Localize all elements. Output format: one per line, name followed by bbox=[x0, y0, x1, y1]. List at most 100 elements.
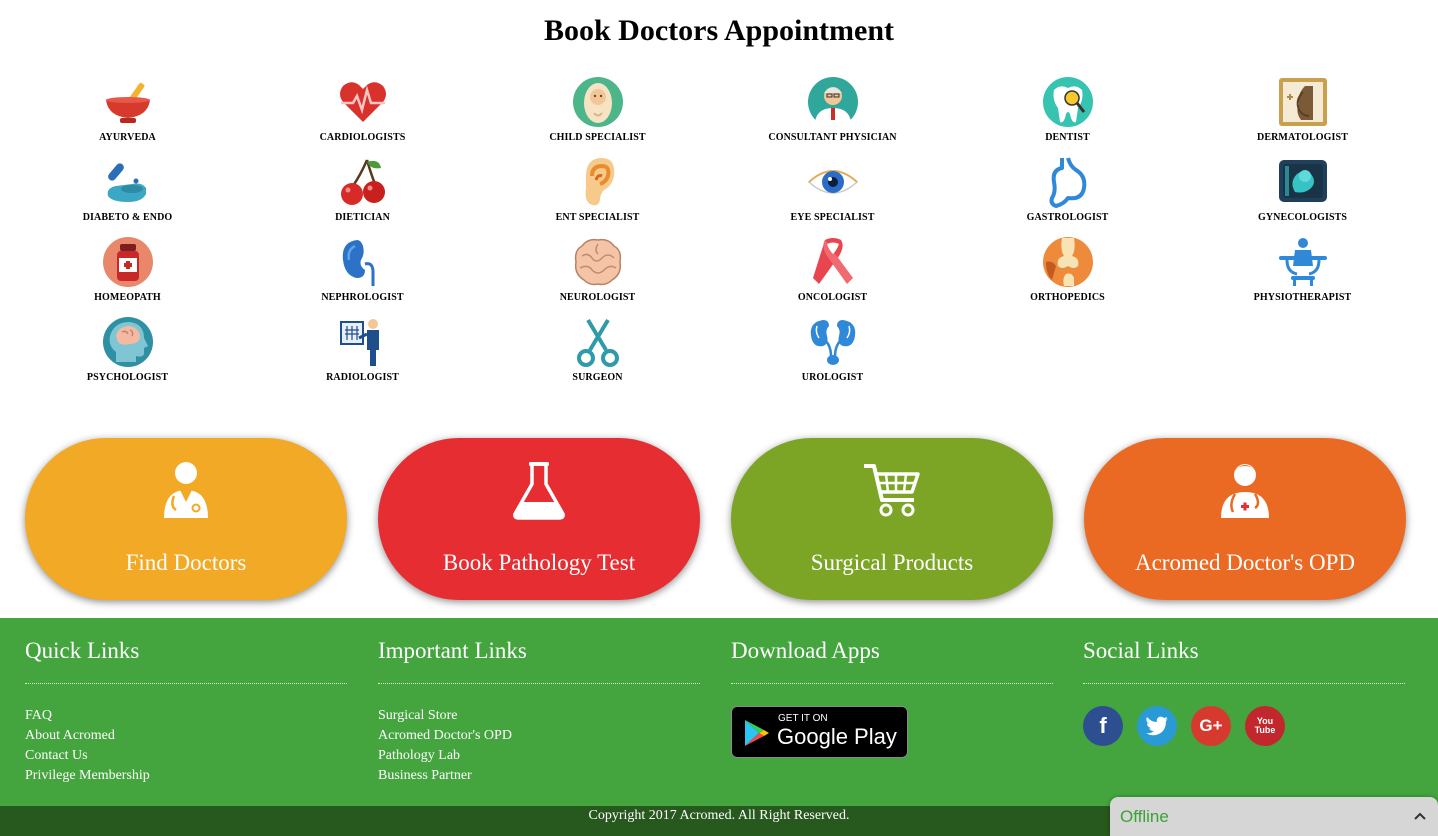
specialty-ayurveda[interactable]: AYURVEDA bbox=[10, 76, 245, 156]
acromed-doctors-opd-link[interactable]: Acromed Doctor's OPD bbox=[378, 726, 700, 746]
acromed-doctors-opd-label: Acromed Doctor's OPD bbox=[1134, 550, 1356, 575]
specialty-label: PSYCHOLOGIST bbox=[86, 372, 169, 383]
about-acromed-link[interactable]: About Acromed bbox=[25, 726, 347, 746]
specialty-eye-specialist[interactable]: EYE SPECIALIST bbox=[715, 156, 950, 236]
specialty-label: HOMEOPATH bbox=[94, 292, 161, 303]
important-links-title: Important Links bbox=[378, 638, 700, 684]
pathology-lab-link[interactable]: Pathology Lab bbox=[378, 746, 700, 766]
twitter-icon[interactable] bbox=[1137, 706, 1177, 746]
specialty-label: NEUROLOGIST bbox=[559, 292, 636, 303]
tooth-icon bbox=[1042, 77, 1093, 127]
xray-icon bbox=[339, 319, 379, 366]
twitter-bird-icon bbox=[1146, 716, 1168, 736]
google-plus-icon[interactable]: G+ bbox=[1191, 706, 1231, 746]
social-links-title: Social Links bbox=[1083, 638, 1405, 684]
cherry-icon bbox=[340, 159, 385, 205]
specialty-ent-specialist[interactable]: ENT SPECIALIST bbox=[480, 156, 715, 236]
page: Book Doctors Appointment AYURVEDA CARDIO… bbox=[0, 0, 1438, 836]
specialty-label: NEPHROLOGIST bbox=[321, 292, 404, 303]
specialty-consultant-physician[interactable]: CONSULTANT PHYSICIAN bbox=[715, 76, 950, 156]
baby-icon bbox=[572, 77, 623, 127]
physio-icon bbox=[1278, 238, 1327, 286]
specialty-gynecologists[interactable]: GYNECOLOGISTS bbox=[1185, 156, 1420, 236]
specialty-dermatologist[interactable]: DERMATOLOGIST bbox=[1185, 76, 1420, 156]
acromed-doctors-opd-button[interactable]: Acromed Doctor's OPD bbox=[1084, 438, 1406, 600]
cart-icon bbox=[864, 464, 920, 517]
specialty-label: DIABETO & ENDO bbox=[82, 212, 173, 223]
eye-icon bbox=[807, 170, 858, 194]
specialty-dietician[interactable]: DIETICIAN bbox=[245, 156, 480, 236]
surgical-store-link[interactable]: Surgical Store bbox=[378, 706, 700, 726]
social-links-section: Social Links f G+ You Tube bbox=[1083, 638, 1405, 746]
specialty-label: CARDIOLOGISTS bbox=[319, 132, 406, 143]
specialty-psychologist[interactable]: PSYCHOLOGIST bbox=[10, 316, 245, 396]
chevron-up-icon[interactable] bbox=[1414, 812, 1426, 820]
find-doctors-label: Find Doctors bbox=[125, 550, 247, 575]
google-play-badge[interactable]: GET IT ON Google Play bbox=[731, 706, 908, 758]
kidney-icon bbox=[342, 240, 374, 286]
specialty-diabeto-endo[interactable]: DIABETO & ENDO bbox=[10, 156, 245, 236]
youtube-icon[interactable]: You Tube bbox=[1245, 706, 1285, 746]
chat-status: Offline bbox=[1120, 807, 1169, 826]
chat-widget[interactable]: Offline bbox=[1110, 797, 1438, 836]
specialty-neurologist[interactable]: NEUROLOGIST bbox=[480, 236, 715, 316]
specialty-child-specialist[interactable]: CHILD SPECIALIST bbox=[480, 76, 715, 156]
specialty-gastrologist[interactable]: GASTROLOGIST bbox=[950, 156, 1185, 236]
specialty-orthopedics[interactable]: ORTHOPEDICS bbox=[950, 236, 1185, 316]
specialty-oncologist[interactable]: ONCOLOGIST bbox=[715, 236, 950, 316]
specialty-label: ENT SPECIALIST bbox=[555, 212, 640, 223]
medicine-bottle-icon bbox=[102, 237, 153, 287]
flask-icon bbox=[513, 462, 565, 520]
specialty-label: DIETICIAN bbox=[335, 212, 390, 223]
doctor-stethoscope-icon bbox=[1221, 464, 1269, 518]
stomach-icon bbox=[1049, 157, 1086, 208]
footer: Quick Links FAQ About Acromed Contact Us… bbox=[0, 618, 1438, 806]
skin-icon bbox=[1278, 78, 1327, 126]
fetus-icon bbox=[1278, 160, 1327, 202]
urinary-icon bbox=[810, 320, 855, 365]
specialty-label: EYE SPECIALIST bbox=[790, 212, 875, 223]
faq-link[interactable]: FAQ bbox=[25, 706, 347, 726]
insulin-icon bbox=[107, 163, 146, 202]
download-apps-section: Download Apps GET IT ON Google Play bbox=[731, 638, 1053, 763]
quick-links-section: Quick Links FAQ About Acromed Contact Us… bbox=[25, 638, 347, 786]
business-partner-link[interactable]: Business Partner bbox=[378, 766, 700, 786]
download-apps-title: Download Apps bbox=[731, 638, 1053, 684]
specialty-label: ONCOLOGIST bbox=[797, 292, 868, 303]
specialty-label: RADIOLOGIST bbox=[326, 372, 399, 383]
google-play-small-text: GET IT ON bbox=[778, 713, 828, 724]
physician-icon bbox=[807, 77, 858, 127]
privilege-membership-link[interactable]: Privilege Membership bbox=[25, 766, 347, 786]
specialty-homeopath[interactable]: HOMEOPATH bbox=[10, 236, 245, 316]
specialty-label: DENTIST bbox=[1045, 132, 1090, 143]
scissors-icon bbox=[576, 318, 619, 367]
action-row: Find Doctors Book Pathology Test Surgica… bbox=[25, 438, 1407, 600]
specialty-dentist[interactable]: DENTIST bbox=[950, 76, 1185, 156]
specialty-label: GASTROLOGIST bbox=[1026, 212, 1109, 223]
ribbon-icon bbox=[812, 238, 853, 284]
bone-joint-icon bbox=[1042, 237, 1093, 287]
specialty-label: PHYSIOTHERAPIST bbox=[1253, 292, 1352, 303]
doctor-icon bbox=[164, 462, 208, 518]
surgical-products-label: Surgical Products bbox=[810, 550, 974, 575]
specialty-label: SURGEON bbox=[572, 372, 623, 383]
surgical-products-button[interactable]: Surgical Products bbox=[731, 438, 1053, 600]
specialty-urologist[interactable]: UROLOGIST bbox=[715, 316, 950, 396]
specialty-radiologist[interactable]: RADIOLOGIST bbox=[245, 316, 480, 396]
ear-icon bbox=[585, 158, 614, 206]
book-pathology-test-button[interactable]: Book Pathology Test bbox=[378, 438, 700, 600]
page-title: Book Doctors Appointment bbox=[543, 14, 895, 47]
head-brain-icon bbox=[102, 317, 153, 367]
specialty-physiotherapist[interactable]: PHYSIOTHERAPIST bbox=[1185, 236, 1420, 316]
specialty-surgeon[interactable]: SURGEON bbox=[480, 316, 715, 396]
specialty-label: ORTHOPEDICS bbox=[1030, 292, 1105, 303]
quick-links-title: Quick Links bbox=[25, 638, 347, 684]
specialty-cardiologists[interactable]: CARDIOLOGISTS bbox=[245, 76, 480, 156]
important-links-section: Important Links Surgical Store Acromed D… bbox=[378, 638, 700, 786]
specialty-nephrologist[interactable]: NEPHROLOGIST bbox=[245, 236, 480, 316]
specialty-label: GYNECOLOGISTS bbox=[1257, 212, 1348, 223]
specialty-label: CHILD SPECIALIST bbox=[549, 132, 646, 143]
find-doctors-button[interactable]: Find Doctors bbox=[25, 438, 347, 600]
contact-us-link[interactable]: Contact Us bbox=[25, 746, 347, 766]
facebook-icon[interactable]: f bbox=[1083, 706, 1123, 746]
